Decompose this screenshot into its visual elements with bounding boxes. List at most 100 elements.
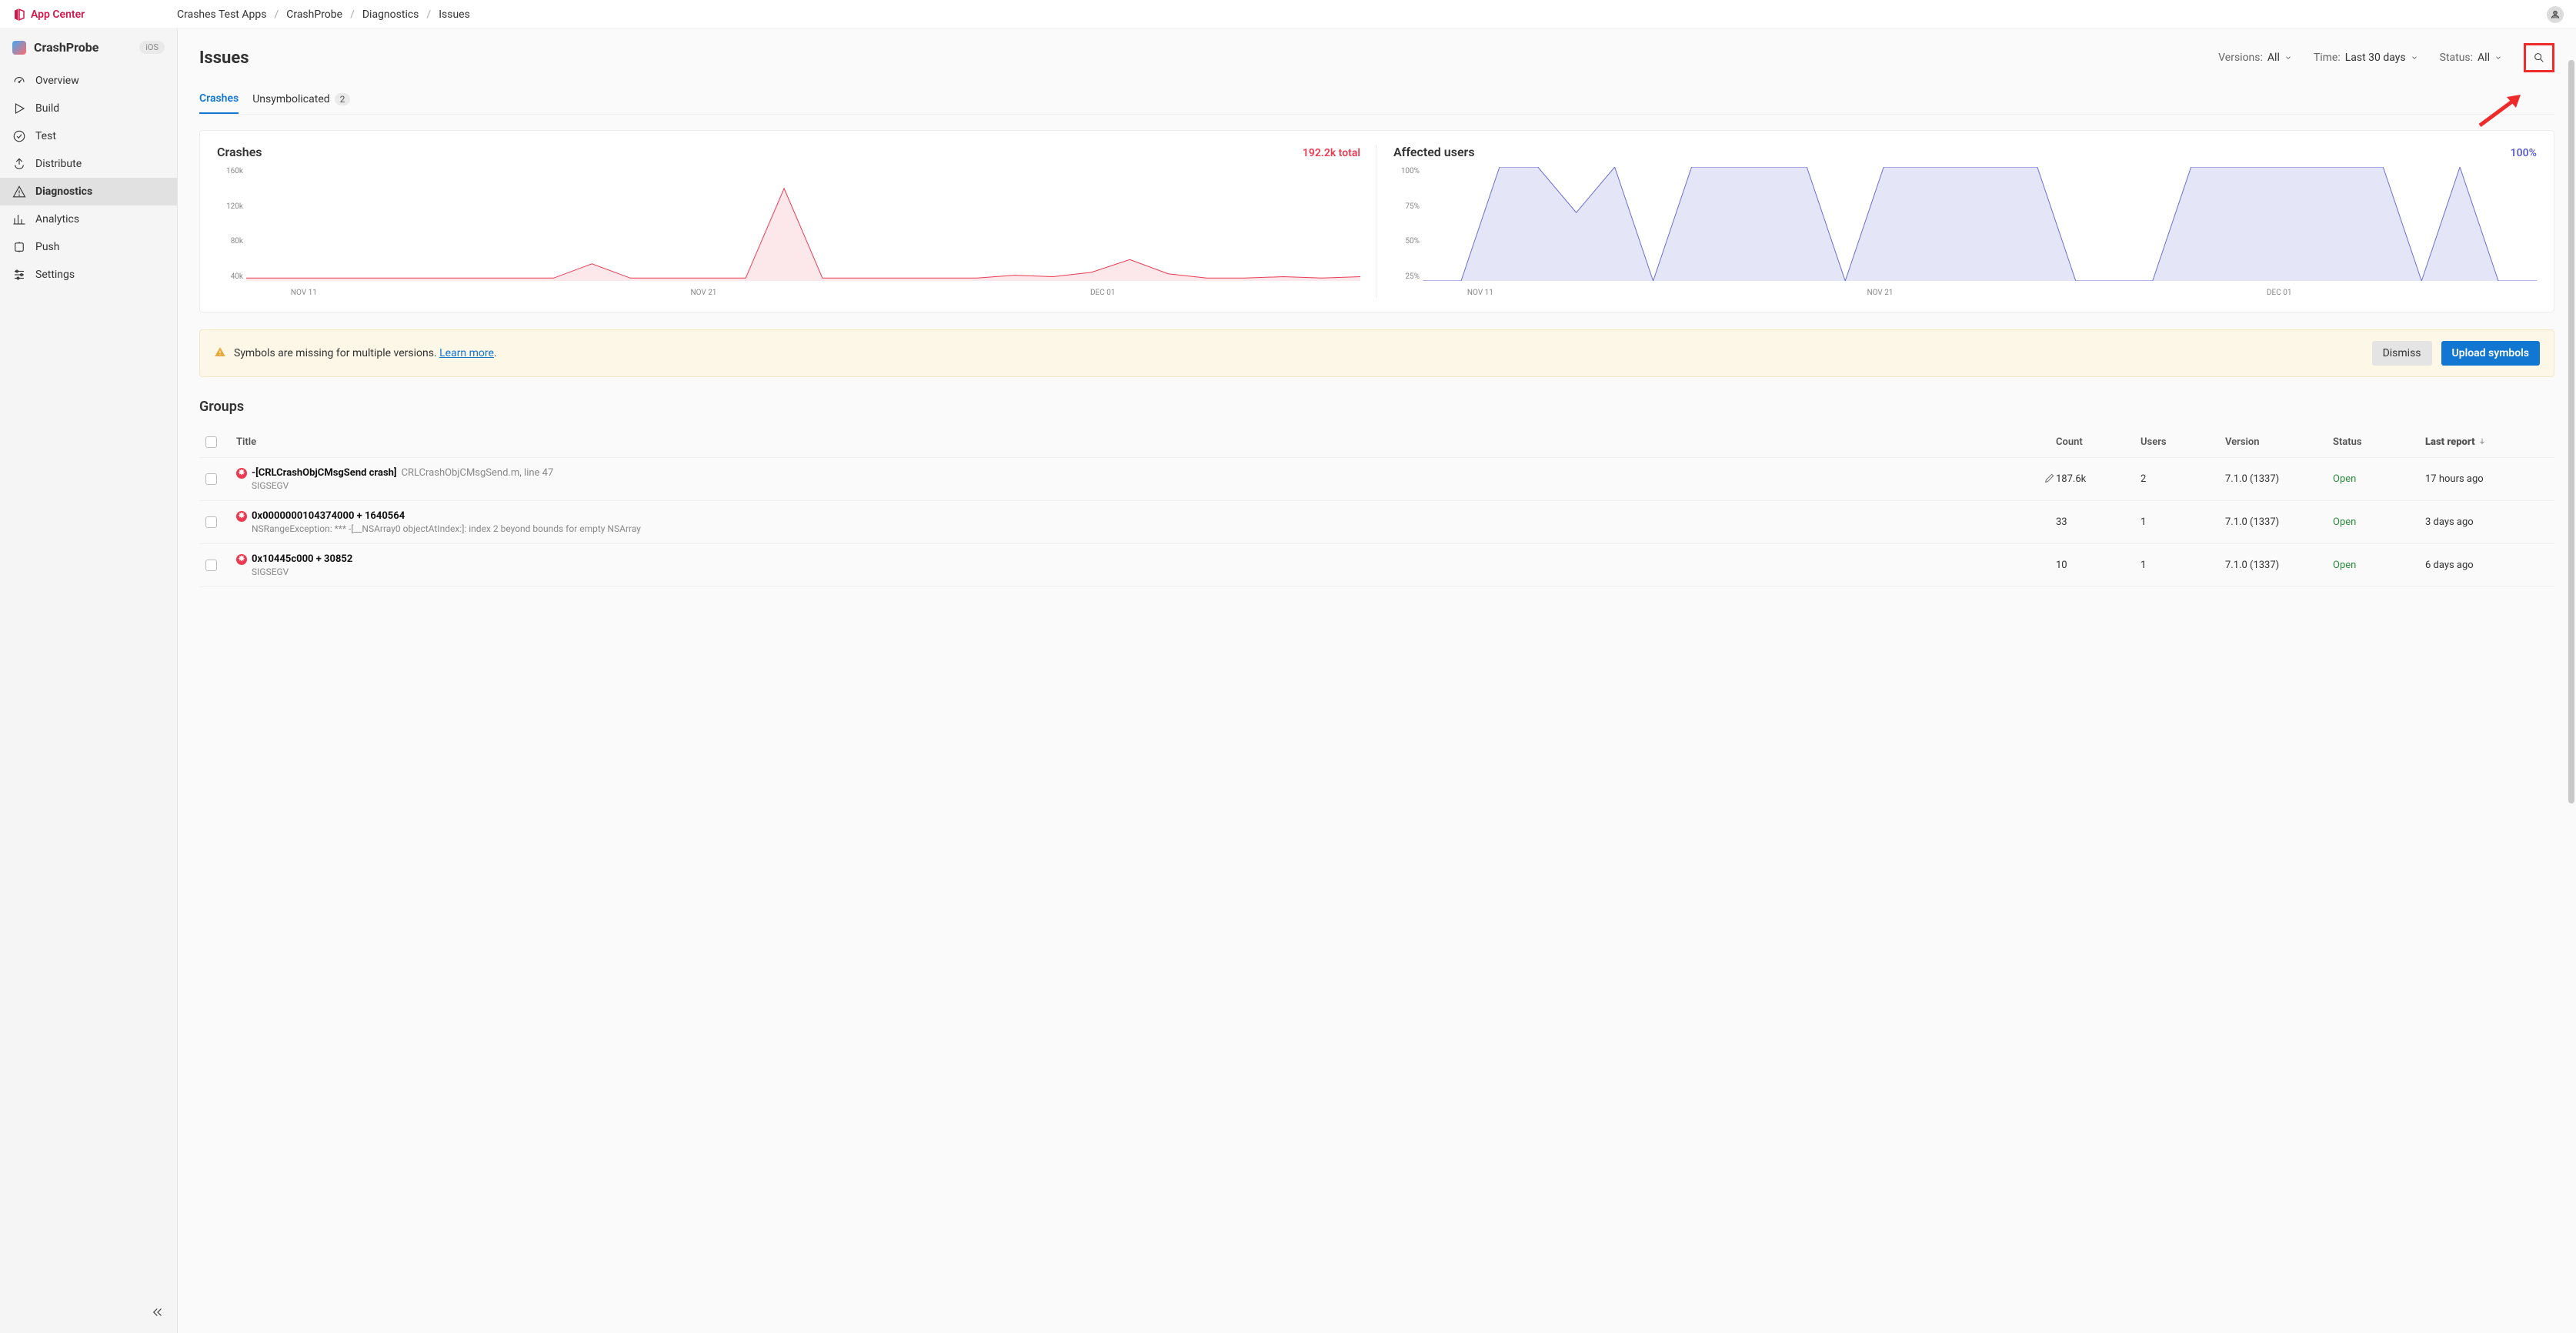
edit-row-button[interactable] — [2044, 472, 2056, 487]
col-users[interactable]: Users — [2141, 436, 2225, 448]
col-status[interactable]: Status — [2333, 436, 2425, 448]
chevron-down-icon — [2284, 54, 2292, 62]
search-button[interactable] — [2524, 43, 2554, 72]
crash-signature: -[CRLCrashObjCMsgSend crash] — [252, 467, 397, 479]
table-row[interactable]: ✸-[CRLCrashObjCMsgSend crash] CRLCrashOb… — [199, 458, 2554, 501]
appcenter-logo-icon — [12, 8, 26, 22]
platform-badge: iOS — [139, 41, 165, 54]
filter-value: Last 30 days — [2345, 52, 2406, 64]
sidebar-item-label: Overview — [35, 75, 79, 87]
row-title: ✸0x0000000104374000 + 1640564 NSRangeExc… — [236, 510, 2056, 534]
tab-crashes[interactable]: Crashes — [199, 86, 239, 114]
sidebar-item-label: Build — [35, 102, 59, 115]
time-filter[interactable]: Time: Last 30 days — [2314, 52, 2418, 64]
row-checkbox[interactable] — [205, 560, 217, 571]
user-avatar[interactable] — [2547, 6, 2564, 23]
chart-total: 192.2k total — [1303, 147, 1360, 159]
cell-count: 33 — [2056, 516, 2141, 528]
cell-count: 187.6k — [2056, 473, 2141, 485]
pencil-icon — [2044, 472, 2056, 484]
sidebar-item-settings[interactable]: Settings — [0, 261, 177, 289]
table-row[interactable]: ✸0x10445c000 + 30852 SIGSEGV 10 1 7.1.0 … — [199, 544, 2554, 587]
sidebar-item-label: Push — [35, 241, 60, 253]
arrow-down-icon — [2478, 437, 2486, 445]
col-count[interactable]: Count — [2056, 436, 2141, 448]
play-icon — [12, 102, 26, 115]
crashes-chart: Crashes 192.2k total 160k 120k 80k 40k — [217, 145, 1360, 298]
gauge-icon — [12, 74, 26, 88]
bar-chart-icon — [12, 212, 26, 226]
tabs: Crashes Unsymbolicated 2 — [199, 86, 2554, 115]
cell-status: Open — [2333, 560, 2425, 571]
sidebar-item-push[interactable]: Push — [0, 233, 177, 261]
crash-groups-table: Title Count Users Version Status Last re… — [199, 427, 2554, 587]
sidebar-item-diagnostics[interactable]: Diagnostics — [0, 178, 177, 205]
breadcrumb-org[interactable]: Crashes Test Apps — [177, 8, 266, 21]
user-icon — [2550, 9, 2561, 20]
x-axis: NOV 11 NOV 21 DEC 01 — [246, 284, 1360, 298]
status-filter[interactable]: Status: All — [2440, 52, 2502, 64]
sidebar-item-label: Distribute — [35, 158, 82, 170]
learn-more-link[interactable]: Learn more — [439, 347, 494, 359]
sidebar-item-build[interactable]: Build — [0, 95, 177, 122]
check-circle-icon — [12, 129, 26, 143]
chevron-down-icon — [2494, 54, 2502, 62]
chart-title: Affected users — [1393, 145, 1475, 159]
plot-area — [246, 167, 1360, 281]
select-all-checkbox[interactable] — [205, 436, 217, 448]
cell-count: 10 — [2056, 560, 2141, 571]
main-content: Issues Versions: All Time: Last 30 days … — [178, 29, 2576, 1333]
plot-area — [1423, 167, 2537, 281]
topbar: App Center Crashes Test Apps / CrashProb… — [0, 0, 2576, 29]
sliders-icon — [12, 268, 26, 282]
sidebar-item-distribute[interactable]: Distribute — [0, 150, 177, 178]
search-icon — [2533, 52, 2545, 64]
row-title: ✸-[CRLCrashObjCMsgSend crash] CRLCrashOb… — [236, 467, 2044, 491]
groups-heading: Groups — [199, 399, 2554, 415]
cell-users: 1 — [2141, 516, 2225, 528]
collapse-sidebar-button[interactable] — [151, 1305, 165, 1322]
warning-icon — [214, 346, 226, 361]
app-header: CrashProbe iOS — [0, 29, 177, 62]
breadcrumb-section[interactable]: Diagnostics — [362, 8, 419, 21]
crash-subtitle: NSRangeException: *** -[__NSArray0 objec… — [252, 523, 2056, 534]
row-checkbox[interactable] — [205, 473, 217, 485]
charts-panel: Crashes 192.2k total 160k 120k 80k 40k — [199, 130, 2554, 312]
crash-icon: ✸ — [236, 468, 247, 479]
filter-label: Time: — [2314, 52, 2341, 64]
col-version[interactable]: Version — [2225, 436, 2333, 448]
crash-subtitle: SIGSEGV — [252, 566, 2056, 577]
cell-version: 7.1.0 (1337) — [2225, 473, 2333, 485]
page-title: Issues — [199, 48, 249, 68]
scrollbar[interactable] — [2568, 60, 2574, 1259]
crash-icon: ✸ — [236, 554, 247, 565]
warning-icon — [12, 185, 26, 199]
app-name: CrashProbe — [34, 40, 132, 55]
chevron-down-icon — [2411, 54, 2418, 62]
filter-value: All — [2267, 52, 2280, 64]
breadcrumb-page[interactable]: Issues — [439, 8, 470, 21]
app-icon — [12, 41, 26, 55]
row-checkbox[interactable] — [205, 516, 217, 528]
cell-status: Open — [2333, 516, 2425, 528]
brand[interactable]: App Center — [12, 8, 177, 22]
sidebar-item-label: Analytics — [35, 213, 79, 226]
upload-symbols-button[interactable]: Upload symbols — [2441, 341, 2540, 366]
symbols-alert: Symbols are missing for multiple version… — [199, 329, 2554, 377]
sidebar-item-overview[interactable]: Overview — [0, 67, 177, 95]
sidebar: CrashProbe iOS Overview Build Test Distr… — [0, 29, 178, 1333]
dismiss-button[interactable]: Dismiss — [2372, 341, 2432, 366]
sidebar-item-test[interactable]: Test — [0, 122, 177, 150]
sidebar-item-analytics[interactable]: Analytics — [0, 205, 177, 233]
sidebar-nav: Overview Build Test Distribute Diagnosti… — [0, 67, 177, 289]
y-axis: 100% 75% 50% 25% — [1393, 167, 1420, 281]
col-title[interactable]: Title — [236, 436, 2056, 448]
tab-unsymbolicated[interactable]: Unsymbolicated 2 — [252, 86, 350, 114]
breadcrumb-app[interactable]: CrashProbe — [286, 8, 342, 21]
col-last-report[interactable]: Last report — [2425, 436, 2548, 448]
table-row[interactable]: ✸0x0000000104374000 + 1640564 NSRangeExc… — [199, 501, 2554, 544]
versions-filter[interactable]: Versions: All — [2218, 52, 2292, 64]
cell-status: Open — [2333, 473, 2425, 485]
distribute-icon — [12, 157, 26, 171]
sidebar-item-label: Settings — [35, 269, 75, 281]
